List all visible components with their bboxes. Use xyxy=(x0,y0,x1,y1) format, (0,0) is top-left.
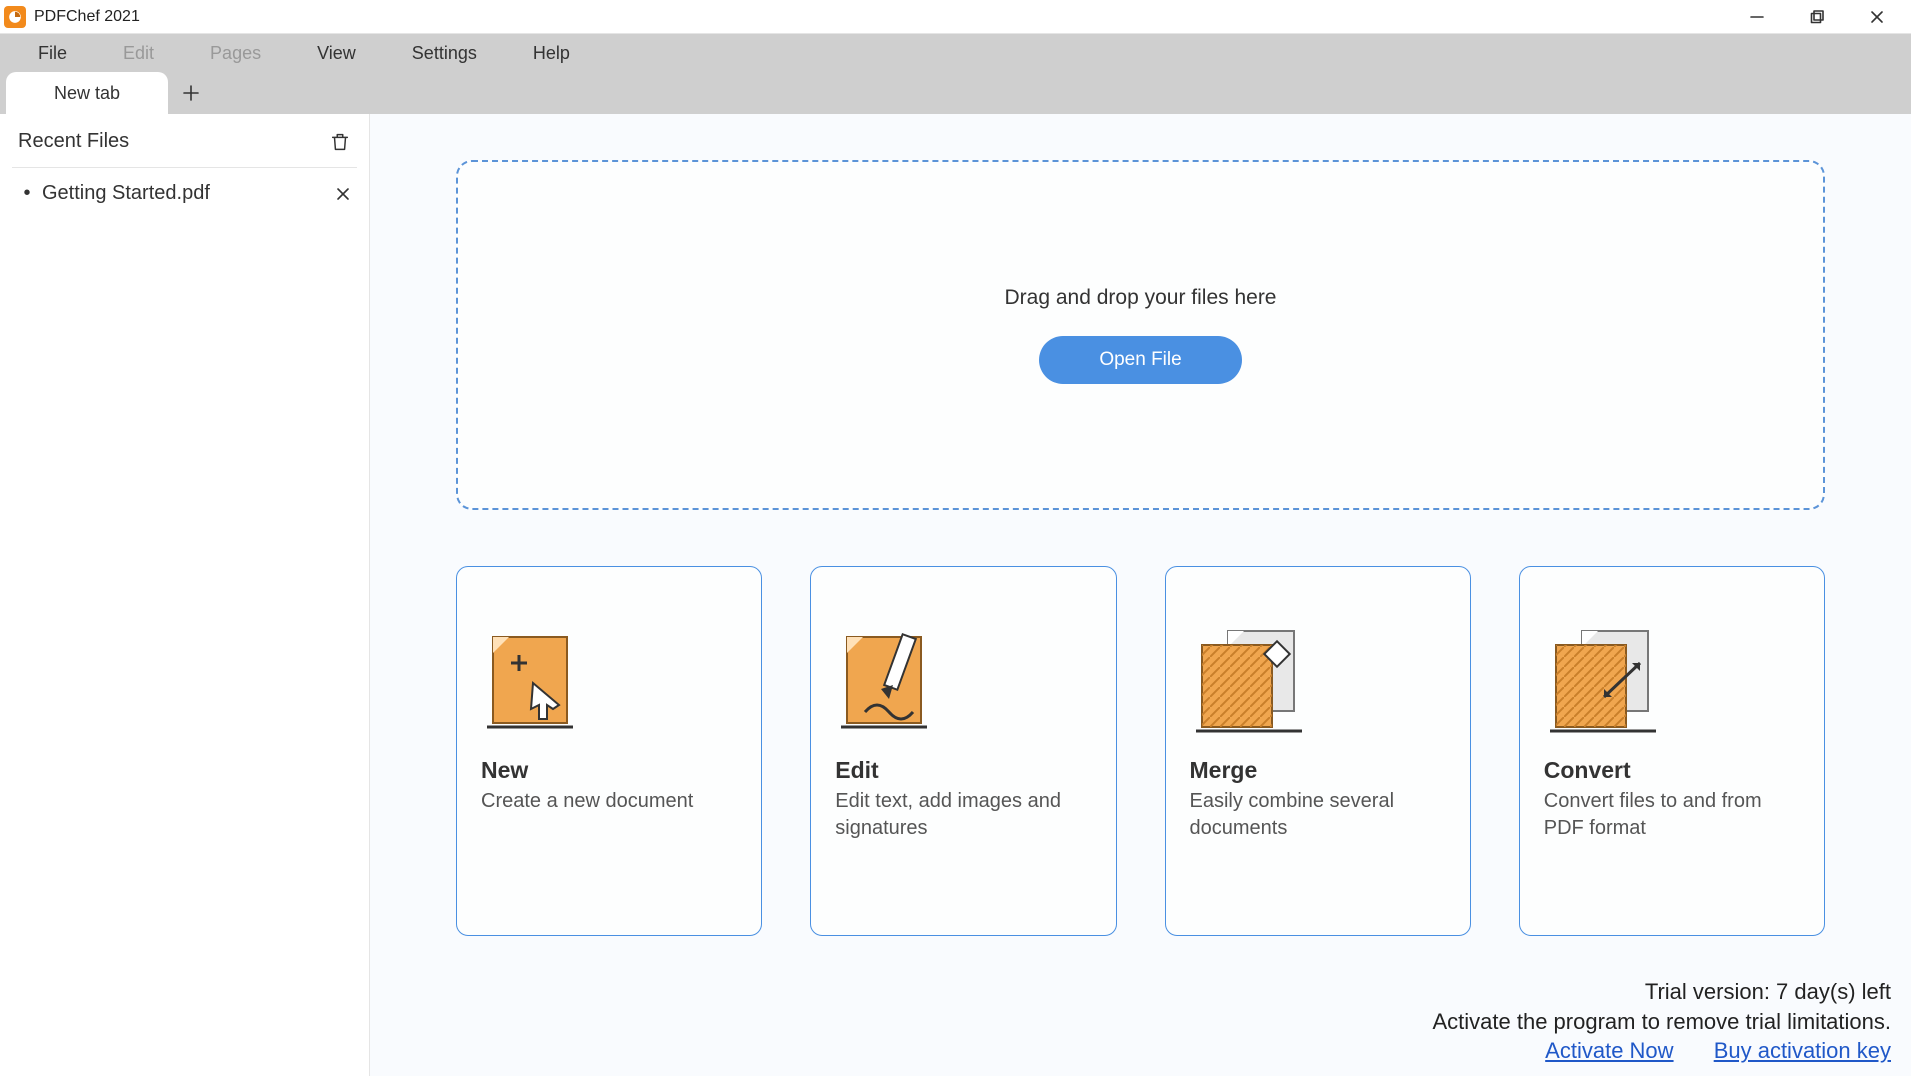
close-window-button[interactable] xyxy=(1847,0,1907,34)
buy-activation-key-link[interactable]: Buy activation key xyxy=(1714,1038,1891,1063)
main-area: Drag and drop your files here Open File … xyxy=(370,114,1911,1076)
app-icon xyxy=(4,6,26,28)
card-merge[interactable]: Merge Easily combine several documents xyxy=(1165,566,1471,936)
minimize-button[interactable] xyxy=(1727,0,1787,34)
menu-view[interactable]: View xyxy=(289,34,384,72)
menu-help[interactable]: Help xyxy=(505,34,598,72)
clear-recent-icon[interactable] xyxy=(329,131,351,153)
recent-file-name: Getting Started.pdf xyxy=(42,182,335,205)
menu-pages: Pages xyxy=(182,34,289,72)
bullet-icon: • xyxy=(18,182,36,205)
card-new[interactable]: New Create a new document xyxy=(456,566,762,936)
card-convert[interactable]: Convert Convert files to and from PDF fo… xyxy=(1519,566,1825,936)
card-merge-icon xyxy=(1190,597,1446,737)
card-convert-icon xyxy=(1544,597,1800,737)
recent-files-title: Recent Files xyxy=(18,130,129,153)
card-convert-title: Convert xyxy=(1544,757,1800,784)
menu-edit: Edit xyxy=(95,34,182,72)
card-edit-icon xyxy=(835,597,1091,737)
card-convert-desc: Convert files to and from PDF format xyxy=(1544,788,1800,842)
dropzone[interactable]: Drag and drop your files here Open File xyxy=(456,160,1825,510)
trial-days-left: Trial version: 7 day(s) left xyxy=(1432,977,1891,1007)
activate-now-link[interactable]: Activate Now xyxy=(1545,1038,1673,1063)
menubar: File Edit Pages View Settings Help xyxy=(0,34,1911,72)
trial-footer: Trial version: 7 day(s) left Activate th… xyxy=(1432,977,1891,1066)
card-edit[interactable]: Edit Edit text, add images and signature… xyxy=(810,566,1116,936)
action-cards: New Create a new document Edit Edit t xyxy=(456,566,1825,936)
card-merge-title: Merge xyxy=(1190,757,1446,784)
sidebar-header: Recent Files xyxy=(12,130,357,168)
card-merge-desc: Easily combine several documents xyxy=(1190,788,1446,842)
dropzone-hint: Drag and drop your files here xyxy=(1005,286,1277,310)
card-edit-title: Edit xyxy=(835,757,1091,784)
tab-new[interactable]: New tab xyxy=(6,72,168,114)
tab-label: New tab xyxy=(54,83,120,104)
new-tab-button[interactable] xyxy=(170,72,212,114)
sidebar: Recent Files • Getting Started.pdf xyxy=(0,114,370,1076)
trial-instruction: Activate the program to remove trial lim… xyxy=(1432,1007,1891,1037)
titlebar: PDFChef 2021 xyxy=(0,0,1911,34)
recent-file-item[interactable]: • Getting Started.pdf xyxy=(12,168,357,219)
card-edit-desc: Edit text, add images and signatures xyxy=(835,788,1091,842)
card-new-title: New xyxy=(481,757,737,784)
tabbar: New tab xyxy=(0,72,1911,114)
open-file-button[interactable]: Open File xyxy=(1039,336,1241,384)
maximize-button[interactable] xyxy=(1787,0,1847,34)
card-new-icon xyxy=(481,597,737,737)
card-new-desc: Create a new document xyxy=(481,788,737,815)
menu-file[interactable]: File xyxy=(10,34,95,72)
app-title: PDFChef 2021 xyxy=(34,8,140,26)
remove-recent-icon[interactable] xyxy=(335,186,351,202)
menu-settings[interactable]: Settings xyxy=(384,34,505,72)
